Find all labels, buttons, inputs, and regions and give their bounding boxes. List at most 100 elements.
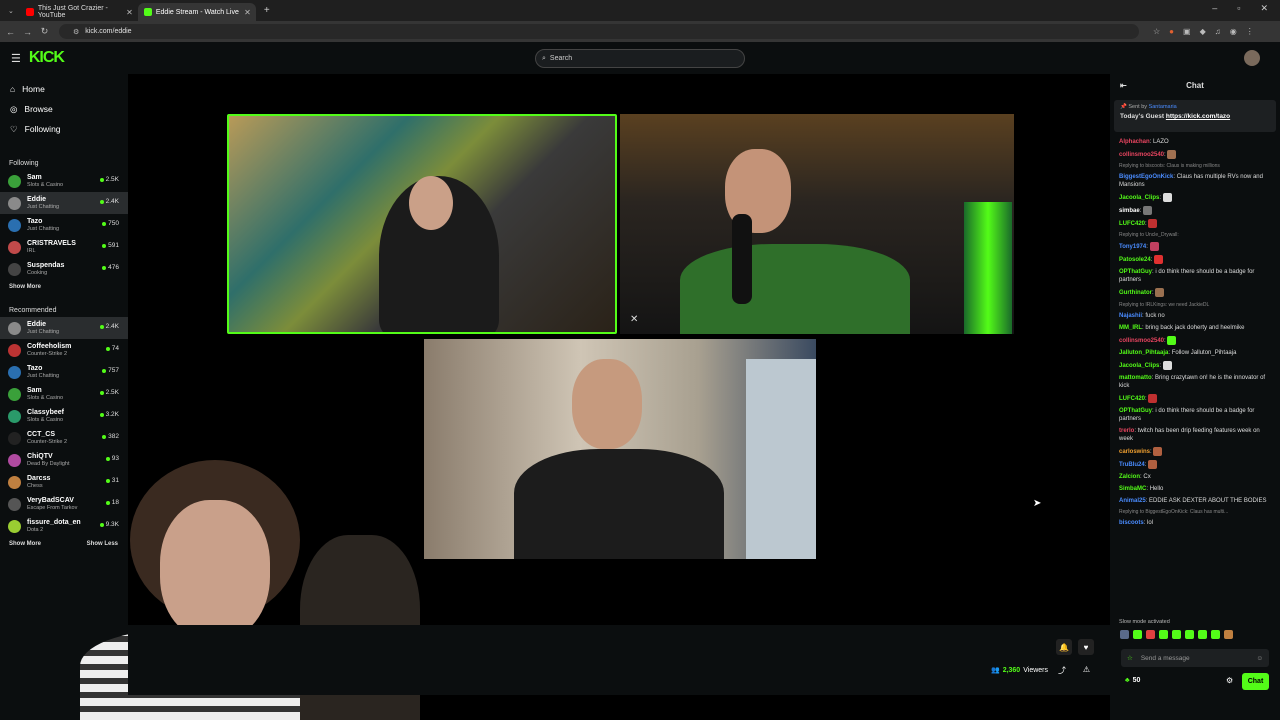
viewer-number: 750 [108,220,119,227]
report-icon[interactable]: ⚠ [1083,665,1090,674]
chat-username[interactable]: OPThatGuy [1119,269,1152,275]
puzzle-icon[interactable]: ◆ [1200,27,1206,36]
emote-icon[interactable] [1133,630,1142,639]
follow-heart-icon[interactable]: ♥ [1078,639,1094,655]
sidebar-channel[interactable]: CCT_CS Counter-Strike 2 382 [0,427,128,449]
chat-username[interactable]: MM_IRL [1119,325,1142,331]
channel-avatar [8,409,21,423]
mouse-cursor: ➤ [1033,498,1042,509]
emote-icon[interactable] [1120,630,1129,639]
extension-icon[interactable]: ● [1169,27,1174,36]
user-avatar[interactable] [1244,50,1260,66]
chat-username[interactable]: Alphachan [1119,139,1150,145]
chat-emote-icon [1162,193,1172,203]
close-tab-icon[interactable]: ✕ [126,8,133,17]
collapse-chat-icon[interactable]: ⇤ [1120,81,1127,90]
channel-name: Eddie [27,195,47,203]
send-chat-button[interactable]: Chat [1242,673,1269,690]
chat-username[interactable]: Zalcion [1119,474,1140,480]
kick-logo[interactable]: KICK [29,49,65,67]
live-viewer-count: 476 [102,264,119,271]
chat-username[interactable]: OPThatGuy [1119,408,1152,414]
address-bar[interactable]: ⚙ kick.com/eddie [59,24,1139,39]
chat-input[interactable]: ☆ Send a message ☺ [1121,649,1269,667]
emoji-icon[interactable]: ☺ [1256,655,1263,662]
channel-points[interactable]: ♣ 50 [1125,677,1140,684]
chat-username[interactable]: Jalluton_Pihtaaja [1119,350,1168,356]
chat-username[interactable]: LUFC420 [1119,221,1145,227]
chat-username[interactable]: Gurthinator [1119,291,1152,297]
live-dot-icon [102,368,107,373]
sidebar-channel[interactable]: Coffeeholism Counter-Strike 2 74 [0,339,128,361]
maximize-icon[interactable]: ▫ [1237,3,1240,14]
chat-username[interactable]: Jacoola_Clips [1119,363,1159,369]
browse-icon: ◎ [10,103,18,114]
back-icon[interactable]: ← [2,27,19,37]
chat-message: Patosole24: [1110,255,1280,265]
chat-username[interactable]: TruBlu24 [1119,462,1145,468]
chat-username[interactable]: Jacoola_Clips [1119,195,1159,201]
viewer-number: 2.4K [105,323,119,330]
profile-icon[interactable]: ◉ [1230,27,1237,36]
tab-list-icon[interactable]: ⌄ [8,7,14,15]
sidebar-channel[interactable]: Classybeef Slots & Casino 3.2K [0,405,128,427]
reload-icon[interactable]: ↻ [36,26,53,37]
close-tab-icon[interactable]: ✕ [244,8,251,17]
emote-icon[interactable] [1224,630,1233,639]
pinned-message[interactable]: 📌 Sent by Santamaria Today's Guest https… [1114,100,1276,132]
bookmark-star-icon[interactable]: ☆ [1153,27,1160,36]
sidebar-channel[interactable]: Sam Slots & Casino 2.5K [0,170,128,192]
chat-username[interactable]: biscoots [1119,520,1144,526]
menu-icon[interactable]: ⋮ [1246,27,1254,36]
chat-username[interactable]: collinsmoo2540 [1119,152,1164,158]
chat-username[interactable]: SimbaMC [1119,486,1146,492]
emote-icon[interactable] [1159,630,1168,639]
share-icon[interactable]: ⤴ [1058,665,1066,676]
sidebar-item-browse[interactable]: ◎ Browse [0,99,128,119]
emote-icon[interactable] [1172,630,1181,639]
emote-icon[interactable] [1185,630,1194,639]
site-info-icon[interactable]: ⚙ [73,28,79,36]
chat-username[interactable]: simbae [1119,208,1140,214]
chat-username[interactable]: Animal25 [1119,498,1146,504]
chat-username[interactable]: mattomatto [1119,375,1152,381]
sidebar-channel[interactable]: CRISTRAVELS IRL 591 [0,236,128,258]
notification-bell-icon[interactable]: 🔔 [1056,639,1072,655]
tab-youtube[interactable]: This Just Got Crazier - YouTube ✕ [20,3,138,21]
sidebar-channel[interactable]: Suspendas Cooking 476 [0,258,128,280]
chat-settings-icon[interactable]: ⚙ [1226,676,1233,685]
sidebar-item-home[interactable]: ⌂ Home [0,79,128,99]
sidebar-item-following[interactable]: ♡ Following [0,119,128,139]
forward-icon[interactable]: → [19,27,36,37]
extension-icon[interactable]: ▣ [1183,27,1191,36]
sidebar-channel[interactable]: Tazo Just Chatting 757 [0,361,128,383]
show-more-button[interactable]: Show More [0,280,128,294]
sidebar-channel[interactable]: Sam Slots & Casino 2.5K [0,383,128,405]
pinned-link[interactable]: https://kick.com/tazo [1166,113,1230,120]
emote-icon[interactable] [1211,630,1220,639]
tab-kick[interactable]: Eddie Stream - Watch Live ✕ [137,3,256,21]
chat-message: Jalluton_Pihtaaja: Follow Jalluton_Pihta… [1119,349,1237,356]
channel-category: Just Chatting [27,328,60,335]
sidebar-channel[interactable]: Tazo Just Chatting 750 [0,214,128,236]
chat-text: Hello [1149,485,1164,492]
sidebar-channel[interactable]: Eddie Just Chatting 2.4K [0,317,128,339]
emote-icon[interactable] [1198,630,1207,639]
emote-picker-icon[interactable]: ☆ [1127,654,1133,662]
chat-username[interactable]: Patosole24 [1119,257,1151,263]
chat-username[interactable]: trerlo [1119,428,1134,434]
search-input[interactable]: ⌕ Search [535,49,745,68]
chat-username[interactable]: Tony1974 [1119,244,1146,250]
hamburger-menu-icon[interactable]: ☰ [11,52,21,65]
chat-username[interactable]: Najashii [1119,313,1142,319]
minimize-icon[interactable]: – [1212,3,1217,14]
media-icon[interactable]: ♫ [1215,27,1221,36]
sidebar-channel[interactable]: Eddie Just Chatting 2.4K [0,192,128,214]
new-tab-icon[interactable]: + [264,5,270,16]
chat-username[interactable]: LUFC420 [1119,396,1145,402]
chat-username[interactable]: BiggestEgoOnKick [1119,174,1173,180]
emote-icon[interactable] [1146,630,1155,639]
close-window-icon[interactable]: ✕ [1260,3,1268,14]
chat-username[interactable]: collinsmoo2540 [1119,338,1164,344]
chat-username[interactable]: carloswins [1119,449,1150,455]
